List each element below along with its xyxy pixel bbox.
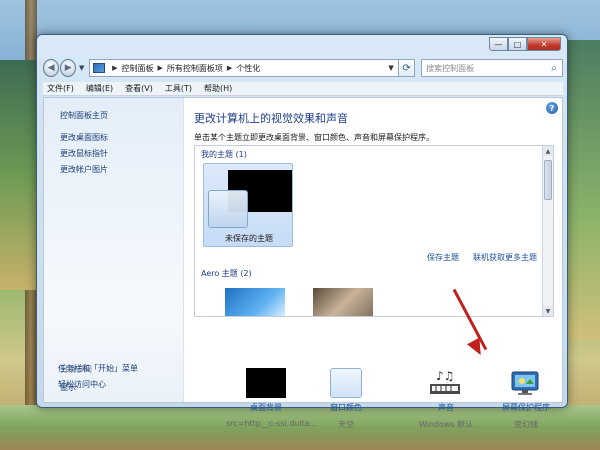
breadcrumb-separator-icon[interactable]: ▶ <box>157 64 162 72</box>
sounds-label[interactable]: 声音 <box>406 402 486 413</box>
unsaved-theme-label: 未保存的主题 <box>225 234 273 243</box>
menu-tools[interactable]: 工具(T) <box>165 83 192 94</box>
address-bar[interactable]: ▶ 控制面板 ▶ 所有控制面板项 ▶ 个性化 ▼ <box>89 59 400 77</box>
screen-saver-value: 变幻线 <box>514 420 538 429</box>
left-pane: 控制面板主页 更改桌面图标 更改鼠标指针 更改帐户图片 另请参阅 显示 <box>44 98 184 402</box>
theme-preview-window <box>208 190 248 228</box>
menu-view[interactable]: 查看(V) <box>125 83 153 94</box>
screen-saver-option[interactable]: 屏幕保护程序 变幻线 <box>486 368 566 430</box>
desktop-background-label[interactable]: 桌面背景 <box>226 402 306 413</box>
back-button[interactable]: ◀ <box>43 59 60 77</box>
change-account-picture-link[interactable]: 更改帐户图片 <box>60 164 108 175</box>
scroll-down-icon[interactable]: ▼ <box>543 306 553 316</box>
sounds-value: Windows 默认 <box>418 420 474 429</box>
windows7-theme-thumbnail[interactable] <box>225 288 285 316</box>
desktop-background-icon <box>246 368 286 398</box>
window-color-option[interactable]: 窗口颜色 天空 <box>306 368 386 430</box>
menu-bar: 文件(F) 编辑(E) 查看(V) 工具(T) 帮助(H) <box>43 82 563 96</box>
taskbar-start-menu-link[interactable]: 任务栏和「开始」菜单 <box>58 363 138 374</box>
control-panel-home-link[interactable]: 控制面板主页 <box>60 110 108 121</box>
close-button[interactable]: ✕ <box>527 37 561 51</box>
help-icon[interactable]: ? <box>546 102 558 114</box>
unsaved-theme-tile[interactable]: 未保存的主题 <box>203 163 293 247</box>
search-icon[interactable]: ⌕ <box>546 63 562 74</box>
window-color-label[interactable]: 窗口颜色 <box>306 402 386 413</box>
screen-saver-label[interactable]: 屏幕保护程序 <box>486 402 566 413</box>
scroll-up-icon[interactable]: ▲ <box>543 146 553 156</box>
search-placeholder: 搜索控制面板 <box>426 63 475 73</box>
background-building-right <box>565 40 600 340</box>
my-themes-group-label[interactable]: 我的主题 (1) <box>201 149 247 160</box>
content-area: 控制面板主页 更改桌面图标 更改鼠标指针 更改帐户图片 另请参阅 显示 ? 更改… <box>43 97 563 429</box>
screen-saver-icon <box>508 368 544 398</box>
window-controls: — □ ✕ <box>489 37 561 51</box>
breadcrumb-separator-icon[interactable]: ▶ <box>227 64 232 72</box>
desktop-background-option[interactable]: 桌面背景 src=http__c-ssl.duita... <box>226 368 318 428</box>
menu-help[interactable]: 帮助(H) <box>204 83 232 94</box>
theme-list: 我的主题 (1) 未保存的主题 保存主题 联机获取更多主题 Aero 主题 (2… <box>194 145 554 317</box>
minimize-button[interactable]: — <box>489 37 508 51</box>
aero-themes-group-label[interactable]: Aero 主题 (2) <box>201 268 252 279</box>
theme-list-scrollbar[interactable]: ▲ ▼ <box>542 146 553 316</box>
forward-button[interactable]: ▶ <box>60 59 77 77</box>
breadcrumb-control-panel[interactable]: 控制面板 <box>121 63 153 74</box>
sounds-option[interactable]: ♪♫ 声音 Windows 默认 <box>406 368 486 430</box>
personalization-window: — □ ✕ ◀ ▶ ▼ ▶ 控制面板 ▶ 所有控制面板项 ▶ 个性化 ▼ ⟳ 搜… <box>36 34 568 429</box>
menu-edit[interactable]: 编辑(E) <box>86 83 113 94</box>
address-dropdown-icon[interactable]: ▼ <box>384 64 398 72</box>
recent-pages-dropdown[interactable]: ▼ <box>77 63 86 73</box>
breadcrumb-separator-icon[interactable]: ▶ <box>112 64 117 72</box>
get-more-themes-link[interactable]: 联机获取更多主题 <box>473 252 537 263</box>
ease-of-access-link[interactable]: 轻松访问中心 <box>58 379 106 390</box>
refresh-button[interactable]: ⟳ <box>399 59 416 77</box>
architecture-theme-thumbnail[interactable] <box>313 288 373 316</box>
breadcrumb-all-items[interactable]: 所有控制面板项 <box>167 63 223 74</box>
desktop-background-value: src=http__c-ssl.duita... <box>226 419 318 428</box>
maximize-button[interactable]: □ <box>508 37 527 51</box>
change-desktop-icons-link[interactable]: 更改桌面图标 <box>60 132 108 143</box>
page-title: 更改计算机上的视觉效果和声音 <box>194 112 348 125</box>
control-panel-icon <box>93 63 106 73</box>
window-color-icon <box>330 368 362 398</box>
change-mouse-pointers-link[interactable]: 更改鼠标指针 <box>60 148 108 159</box>
sounds-icon: ♪♫ <box>428 368 464 398</box>
page-subtitle: 单击某个主题立即更改桌面背景、窗口颜色、声音和屏幕保护程序。 <box>194 133 434 142</box>
window-color-value: 天空 <box>338 420 354 429</box>
svg-text:♪♫: ♪♫ <box>436 369 454 383</box>
search-input[interactable]: 搜索控制面板 ⌕ <box>421 59 563 77</box>
scroll-thumb[interactable] <box>544 160 552 200</box>
navigation-bar: ◀ ▶ ▼ ▶ 控制面板 ▶ 所有控制面板项 ▶ 个性化 ▼ ⟳ 搜索控制面板 … <box>43 57 563 79</box>
menu-file[interactable]: 文件(F) <box>47 83 74 94</box>
breadcrumb-personalization[interactable]: 个性化 <box>236 63 260 74</box>
save-theme-link[interactable]: 保存主题 <box>427 252 459 263</box>
